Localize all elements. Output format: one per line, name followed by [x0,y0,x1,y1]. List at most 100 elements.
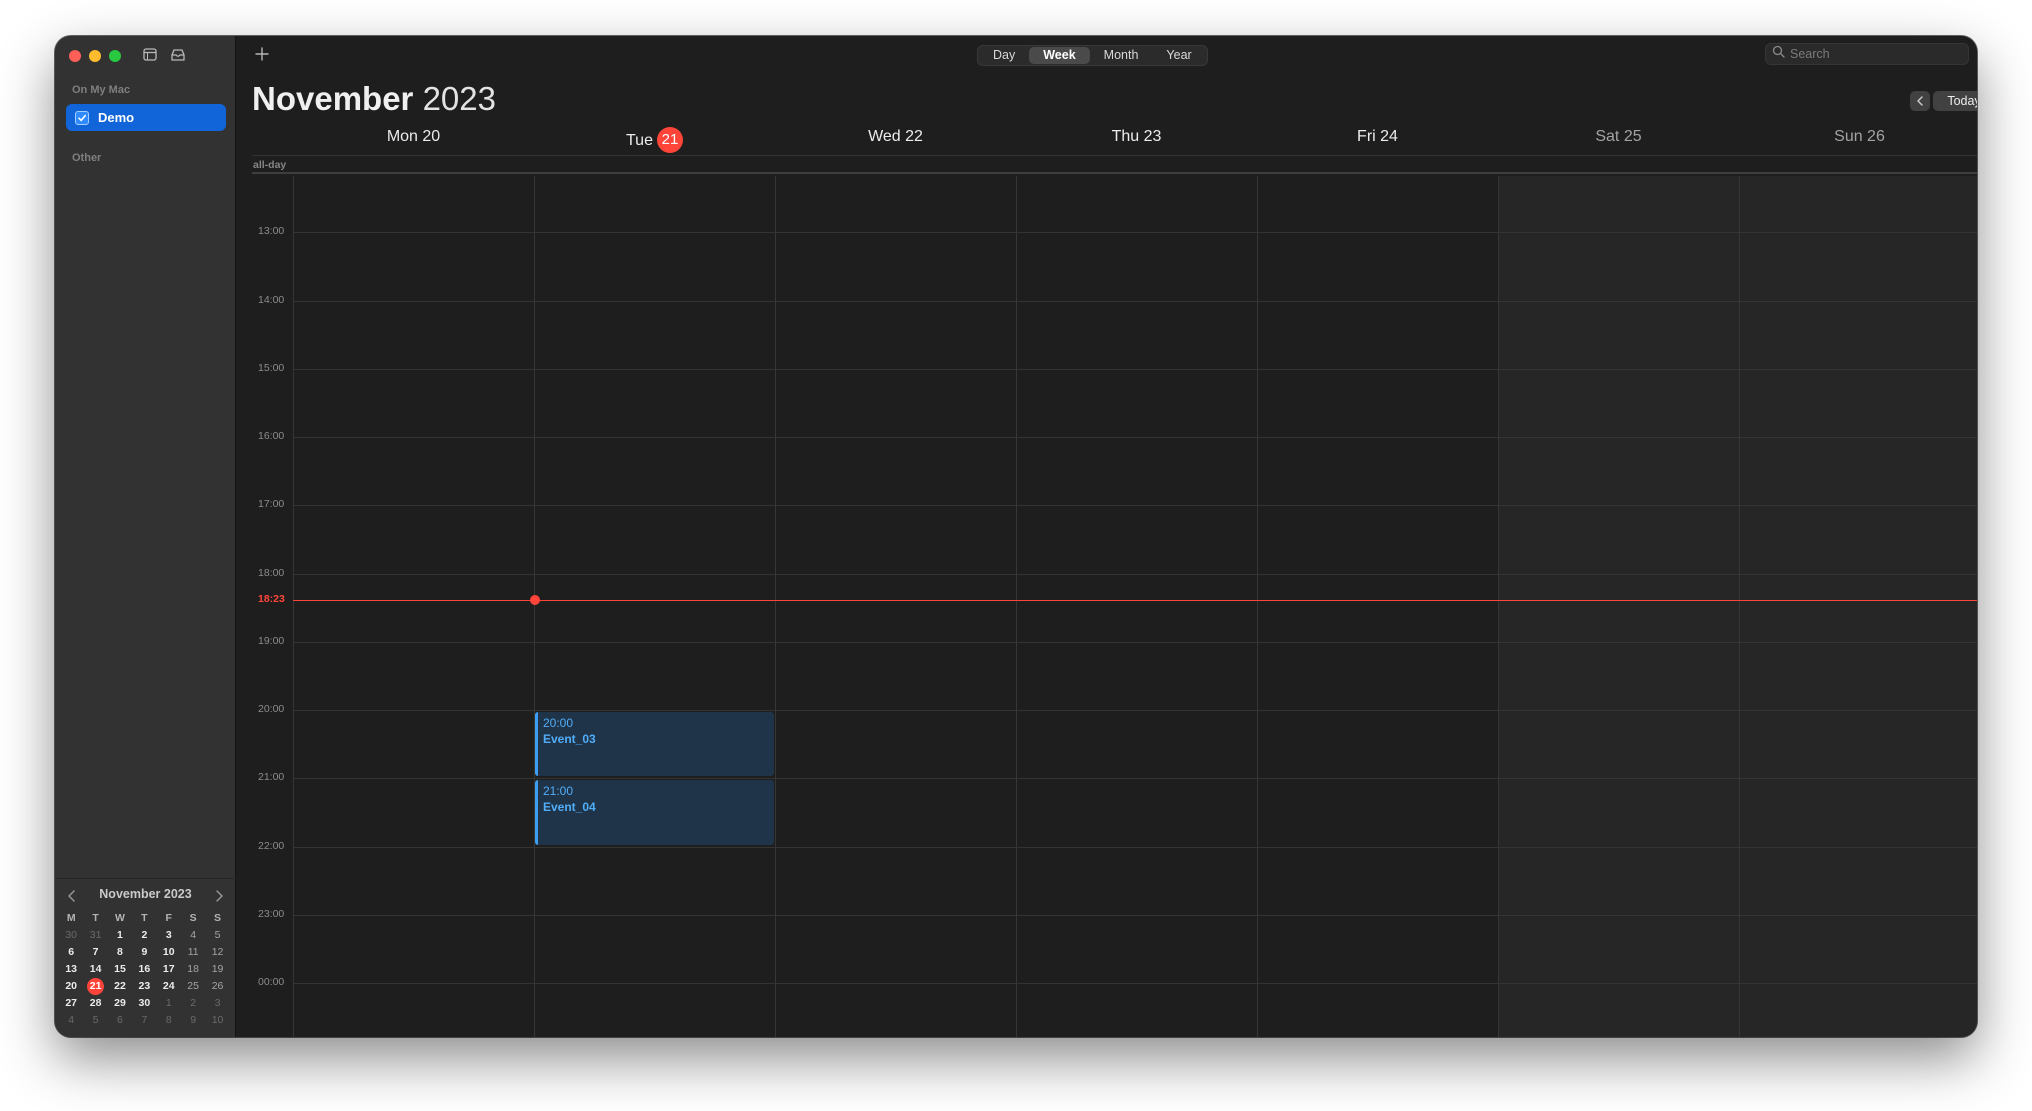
mini-day[interactable]: 8 [157,1012,181,1029]
mini-calendar-title: November 2023 [99,887,192,901]
mini-day[interactable]: 29 [108,995,132,1012]
hour-gridline [293,710,1977,711]
mini-weekday-label: T [141,912,148,924]
hour-label: 18:00 [258,566,285,579]
mini-day[interactable]: 1 [157,995,181,1012]
mini-day[interactable]: 2 [132,927,156,944]
mini-day-number: 4 [190,929,197,941]
mini-day[interactable]: 30 [132,995,156,1012]
mini-day[interactable]: 27 [59,995,83,1012]
tab-day[interactable]: Day [979,47,1029,64]
hour-label: 20:00 [258,703,285,715]
day-header-mon[interactable]: Mon 20 [293,128,534,150]
zoom-window-button[interactable] [109,50,121,62]
today-button[interactable]: Today [1933,91,1977,111]
mini-day[interactable]: 12 [205,944,229,961]
mini-day[interactable]: 6 [108,1012,132,1029]
calendar-event[interactable]: 21:00 Event_04 [535,780,774,845]
sidebar-calendar-demo[interactable]: Demo [66,104,226,131]
mini-day[interactable]: 25 [181,978,205,995]
search-input[interactable] [1790,47,1960,61]
mini-day[interactable]: 31 [83,927,107,944]
mini-day[interactable]: 3 [205,995,229,1012]
day-header-wed[interactable]: Wed 22 [775,128,1016,150]
view-switcher: Day Week Month Year [977,45,1208,66]
mini-day[interactable]: 20 [59,978,83,995]
mini-day[interactable]: 11 [181,944,205,961]
mini-day-today[interactable]: 21 [83,978,107,995]
mini-day[interactable]: 5 [205,927,229,944]
day-header-sat[interactable]: Sat 25 [1498,128,1739,150]
mini-day[interactable]: 3 [157,927,181,944]
mini-day[interactable]: 23 [132,978,156,995]
mini-day[interactable]: 4 [59,1012,83,1029]
hour-label: 15:00 [258,361,285,374]
day-header-tue[interactable]: Tue 21 [534,127,775,153]
day-header-fri[interactable]: Fri 24 [1257,128,1498,150]
day-divider [293,176,294,1037]
calendar-icon[interactable] [139,45,161,65]
mini-day[interactable]: 13 [59,961,83,978]
mini-day-number: 25 [187,980,199,992]
mini-day[interactable]: 9 [132,944,156,961]
chevron-right-icon[interactable] [212,888,226,904]
mini-day[interactable]: 9 [181,1012,205,1029]
mini-day-number: 29 [114,997,126,1009]
tab-year[interactable]: Year [1152,47,1205,64]
mini-calendar-header: November 2023 [55,887,236,905]
mini-day[interactable]: 26 [205,978,229,995]
mini-day[interactable]: 18 [181,961,205,978]
mini-day[interactable]: 6 [59,944,83,961]
tab-week[interactable]: Week [1029,47,1090,64]
hour-label: 17:00 [258,498,285,511]
mini-day-number: 10 [162,946,175,958]
mini-day[interactable]: 19 [205,961,229,978]
mini-day[interactable]: 4 [181,927,205,944]
close-window-button[interactable] [69,50,81,62]
mini-day[interactable]: 16 [132,961,156,978]
minimize-window-button[interactable] [89,50,101,62]
day-divider [775,176,776,1037]
mini-day-number: 7 [92,946,99,958]
mini-day[interactable]: 22 [108,978,132,995]
tab-month[interactable]: Month [1090,47,1153,64]
event-title: Event_03 [543,732,596,746]
plus-icon[interactable] [252,44,272,64]
mini-day[interactable]: 7 [83,944,107,961]
inbox-icon[interactable] [167,45,189,65]
previous-week-button[interactable] [1910,91,1930,111]
checkmark-icon[interactable] [75,110,89,125]
search-field[interactable] [1765,43,1969,65]
mini-day[interactable]: 5 [83,1012,107,1029]
mini-weekday-label: S [214,912,222,924]
mini-day[interactable]: 17 [157,961,181,978]
day-header-thu[interactable]: Thu 23 [1016,128,1257,150]
day-divider [1739,176,1740,1037]
mini-day[interactable]: 10 [157,944,181,961]
mini-day[interactable]: 10 [205,1012,229,1029]
mini-day[interactable]: 1 [108,927,132,944]
week-time-grid[interactable]: 12:0013:0014:0015:0016:0017:0018:0019:00… [252,176,1977,1037]
hour-label: 22:00 [258,839,285,852]
mini-day[interactable]: 2 [181,995,205,1012]
mini-day[interactable]: 15 [108,961,132,978]
mini-day-number: 26 [211,980,224,992]
mini-day-number: 23 [138,980,151,992]
mini-day-number: 9 [141,946,148,958]
mini-day[interactable]: 7 [132,1012,156,1029]
search-icon [1772,45,1785,63]
today-date-badge: 21 [656,127,683,153]
mini-day[interactable]: 24 [157,978,181,995]
hour-gridline [293,368,1977,370]
calendar-event[interactable]: 20:00 Event_03 [535,712,774,777]
mini-day[interactable]: 28 [83,995,107,1012]
mini-day[interactable]: 14 [83,961,107,978]
day-header-sun[interactable]: Sun 26 [1739,128,1977,150]
day-label: Thu 23 [1111,128,1162,145]
day-label: Sun 26 [1834,128,1885,145]
mini-day[interactable]: 8 [108,944,132,961]
all-day-row[interactable]: all-day [252,155,1977,174]
mini-day-number: 18 [187,963,199,975]
mini-day[interactable]: 30 [59,927,83,944]
day-label: Fri 24 [1357,128,1398,145]
